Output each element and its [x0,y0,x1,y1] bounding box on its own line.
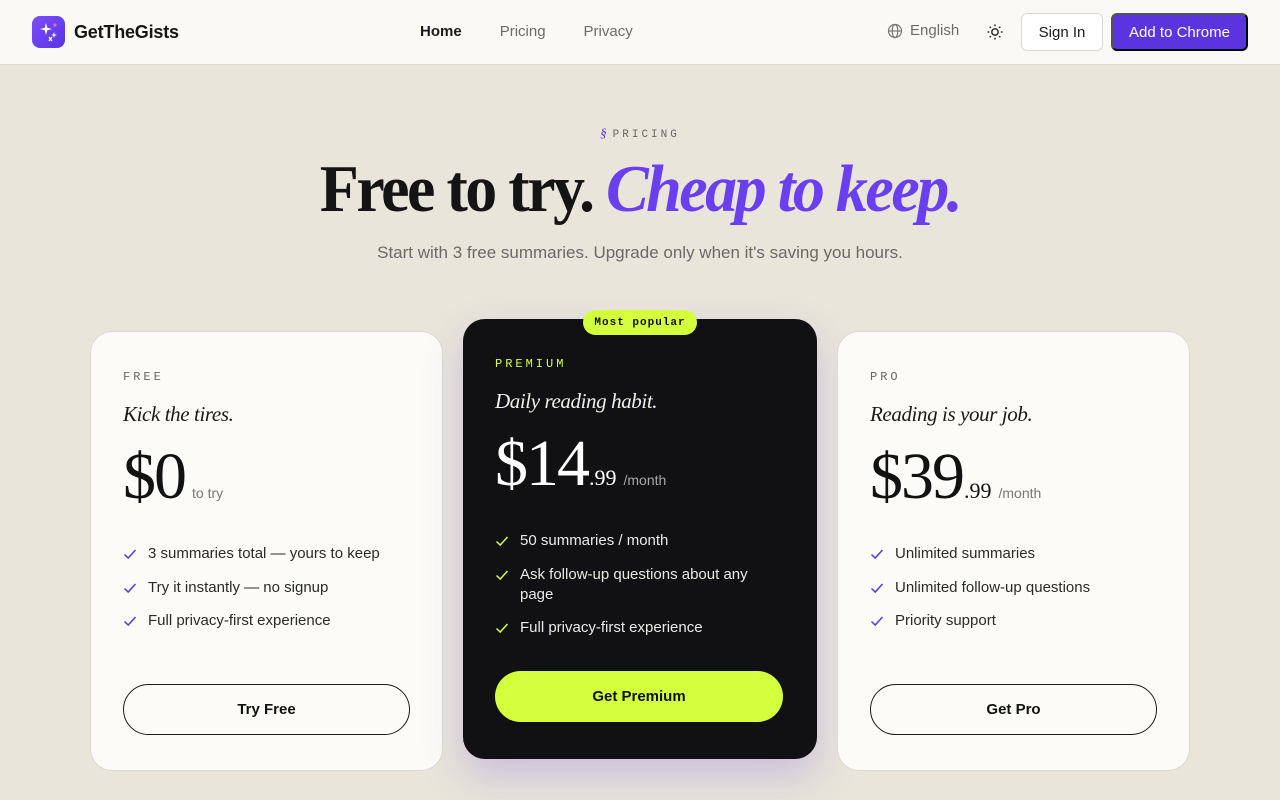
plan-tier: PREMIUM [495,357,567,371]
price-cents: .99 [589,465,617,490]
check-icon [870,616,884,627]
plan-price: $0 to try [123,444,223,510]
feature-text: Full privacy-first experience [520,619,703,636]
feature-item: 50 summaries / month [495,531,785,551]
section-mark: § [600,125,607,140]
nav-link-privacy[interactable]: Privacy [584,23,633,40]
feature-text: Unlimited follow-up questions [895,578,1091,596]
feature-item: Unlimited follow-up questions [870,578,1160,598]
add-to-chrome-button[interactable]: Add to Chrome [1111,13,1248,51]
check-icon [495,569,509,580]
feature-item: 3 summaries total — yours to keep [123,544,413,564]
check-icon [123,549,137,560]
feature-text: 3 summaries total — yours to keep [148,545,380,562]
check-icon [123,582,137,593]
feature-item: Priority support [870,611,1160,631]
eyebrow-label: PRICING [612,129,680,141]
feature-text: Full privacy-first experience [148,612,331,629]
check-icon [495,536,509,547]
feature-item: Try it instantly — no signup [123,578,413,598]
page-title: Free to try. Cheap to keep. [0,150,1280,227]
feature-item: Full privacy-first experience [495,618,785,638]
feature-list: 50 summaries / month Ask follow-up quest… [495,531,785,652]
plan-price: $14 .99 /month [495,431,666,497]
feature-text: Try it instantly — no signup [148,578,329,596]
pricing-card-free: FREE Kick the tires. $0 to try 3 summari… [90,331,443,771]
plan-tagline: Daily reading habit. [495,389,658,413]
feature-list: 3 summaries total — yours to keep Try it… [123,544,413,645]
plan-tier: FREE [123,370,164,384]
sun-icon[interactable] [986,23,1004,41]
most-popular-badge: Most popular [583,310,697,335]
headline-plain: Free to try. [319,151,595,226]
get-premium-button[interactable]: Get Premium [495,671,783,722]
plan-tagline: Reading is your job. [870,402,1033,426]
globe-icon [887,23,903,38]
price-period: to try [192,485,224,501]
nav-link-pricing[interactable]: Pricing [500,23,546,40]
plan-tier: PRO [870,370,901,384]
check-icon [495,623,509,634]
check-icon [123,616,137,627]
section-eyebrow: § PRICING [0,125,1280,141]
plan-tagline: Kick the tires. [123,402,234,426]
language-selector[interactable]: English [887,22,959,39]
feature-item: Full privacy-first experience [123,611,413,631]
price-period: /month [623,472,667,488]
price-amount: $14 [495,427,590,500]
feature-item: Unlimited summaries [870,544,1160,564]
plan-price: $39 .99 /month [870,444,1041,510]
nav-link-home[interactable]: Home [420,23,462,40]
headline-accent: Cheap to keep. [605,151,963,226]
check-icon [870,582,884,593]
get-pro-button[interactable]: Get Pro [870,684,1157,735]
feature-text: 50 summaries / month [520,532,669,549]
brand[interactable]: GetTheGists [32,16,179,48]
price-period: /month [998,485,1042,501]
feature-text: Ask follow-up questions about any page [520,565,748,603]
price-amount: $39 [870,440,965,513]
sign-in-button[interactable]: Sign In [1021,13,1103,51]
top-navigation-bar: GetTheGists Home Pricing Privacy English… [0,0,1280,65]
main-nav: Home Pricing Privacy [420,23,633,40]
feature-text: Unlimited summaries [895,545,1036,562]
feature-item: Ask follow-up questions about any page [495,565,785,605]
price-cents: .99 [964,478,992,503]
language-label: English [910,22,960,39]
sparkles-logo-icon [32,16,65,48]
feature-text: Priority support [895,612,996,629]
feature-list: Unlimited summaries Unlimited follow-up … [870,544,1160,645]
try-free-button[interactable]: Try Free [123,684,410,735]
pricing-card-pro: PRO Reading is your job. $39 .99 /month … [837,331,1190,771]
page-subtitle: Start with 3 free summaries. Upgrade onl… [377,243,903,262]
check-icon [870,549,884,560]
pricing-card-premium: PREMIUM Daily reading habit. $14 .99 /mo… [463,319,817,759]
price-amount: $0 [123,440,187,513]
brand-name: GetTheGists [74,21,179,42]
